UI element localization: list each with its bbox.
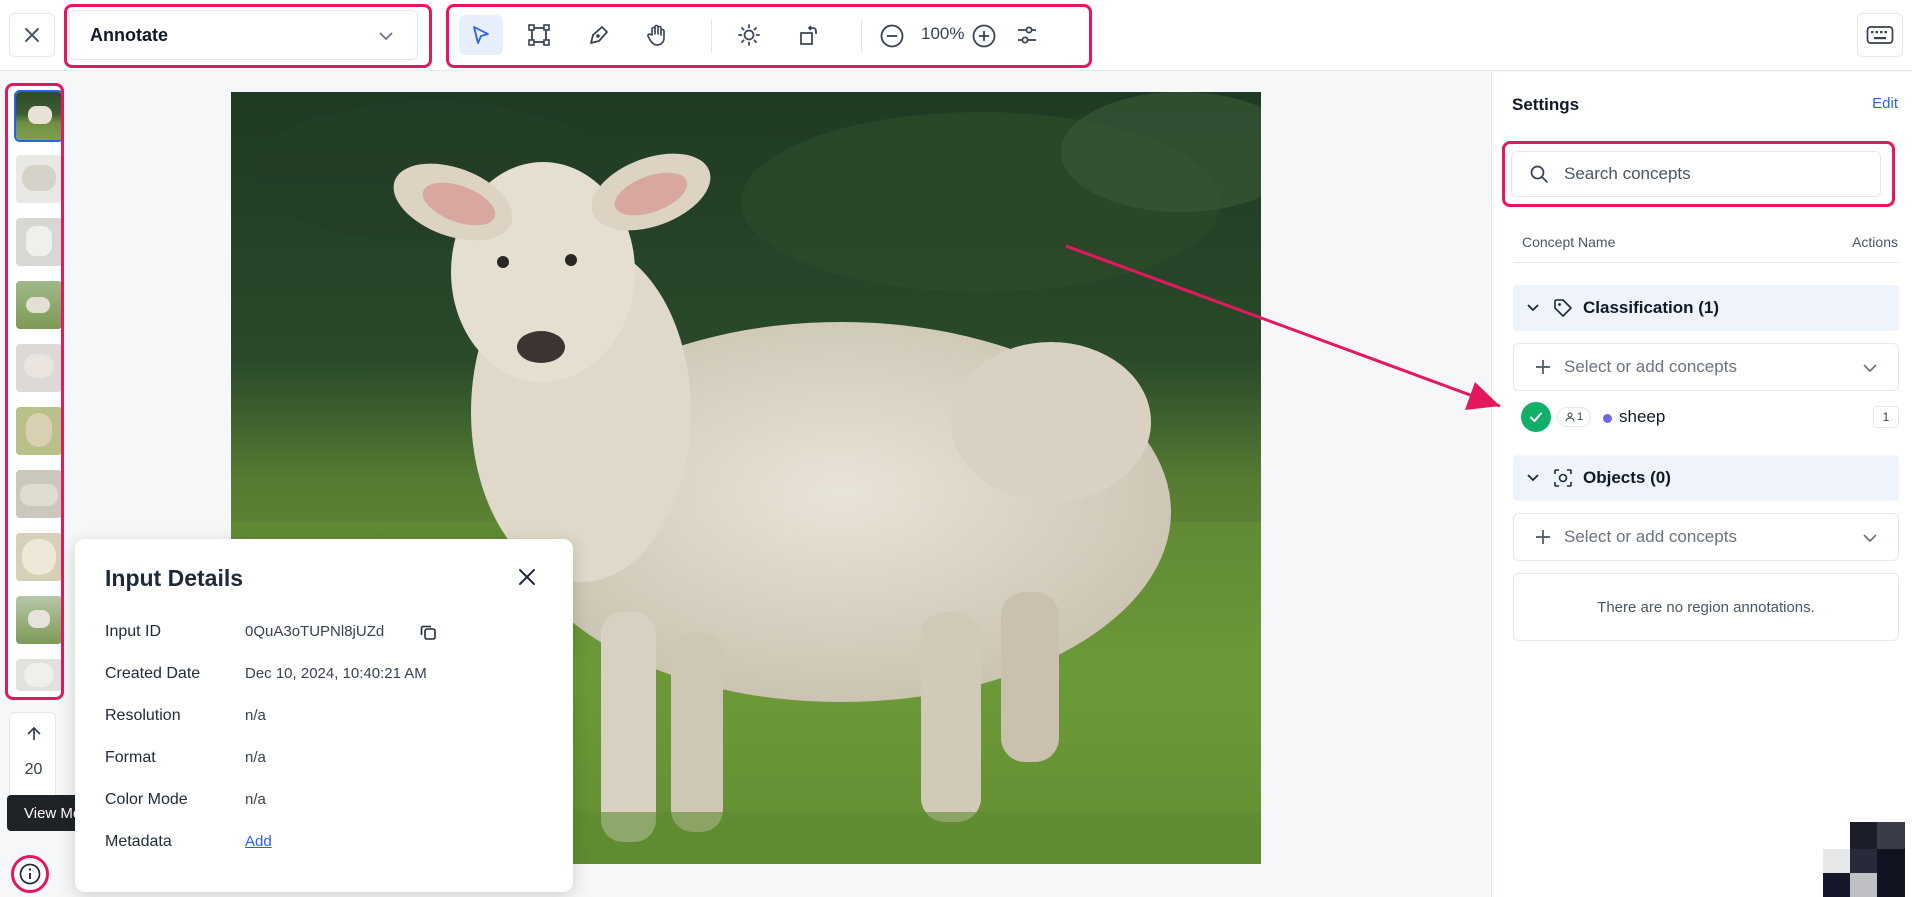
copy-icon xyxy=(420,625,436,640)
keyboard-shortcuts-button[interactable] xyxy=(1857,13,1903,57)
arrow-up-icon xyxy=(27,726,41,740)
objects-concept-select[interactable]: Select or add concepts xyxy=(1513,513,1899,561)
thumbnail-item[interactable] xyxy=(16,470,62,518)
classification-concept-select[interactable]: Select or add concepts xyxy=(1513,343,1899,391)
toolbar-divider xyxy=(861,19,862,53)
hand-icon xyxy=(647,24,665,46)
user-icon xyxy=(1565,412,1575,422)
thumbnail-item[interactable] xyxy=(16,596,62,644)
detail-label: Created Date xyxy=(105,665,201,682)
input-details-title: Input Details xyxy=(105,565,244,591)
panel-title: Settings xyxy=(1512,95,1580,114)
detail-label: Color Mode xyxy=(105,791,188,808)
corner-widget xyxy=(1823,822,1905,897)
thumbnail-item[interactable] xyxy=(16,659,62,691)
pan-tool-button[interactable] xyxy=(635,15,679,55)
scroll-up-counter[interactable]: 20 xyxy=(9,712,56,800)
resolution-value: n/a xyxy=(245,707,266,724)
image-adjust-button[interactable] xyxy=(1015,23,1041,49)
annotator-count: 1 xyxy=(1576,411,1584,423)
pen-icon xyxy=(590,26,608,44)
toolbar-divider xyxy=(711,19,712,53)
color-mode-value: n/a xyxy=(245,791,266,808)
input-id-value: 0QuA3oTUPNl8jUZd xyxy=(245,623,385,640)
settings-panel: Settings Edit Search concepts Concept Na… xyxy=(1491,72,1912,897)
bounding-box-tool-button[interactable] xyxy=(517,15,561,55)
plus-icon xyxy=(1536,530,1550,544)
approved-check-icon[interactable] xyxy=(1521,402,1551,432)
zoom-in-button[interactable] xyxy=(971,23,997,49)
format-value: n/a xyxy=(245,749,266,766)
thumbnail-item[interactable] xyxy=(14,90,64,142)
thumbnail-item[interactable] xyxy=(16,218,62,266)
copy-button[interactable] xyxy=(419,623,437,646)
detail-label: Metadata xyxy=(105,833,172,850)
concept-color-dot xyxy=(1603,414,1612,423)
column-concept-name: Concept Name xyxy=(1522,234,1616,250)
thumbnail-item[interactable] xyxy=(16,533,62,581)
annotator-count-chip: 1 xyxy=(1557,407,1591,427)
info-icon xyxy=(19,863,41,885)
edit-link[interactable]: Edit xyxy=(1872,95,1898,112)
mode-select[interactable]: Annotate xyxy=(69,10,418,60)
concept-name: sheep xyxy=(1619,407,1666,426)
top-toolbar: Annotate 100% xyxy=(0,0,1912,71)
plus-icon xyxy=(1536,360,1550,374)
detail-label: Input ID xyxy=(105,623,162,640)
thumbnail-item[interactable] xyxy=(16,155,62,203)
objects-select-placeholder: Select or add concepts xyxy=(1564,527,1737,546)
annotation-arrow xyxy=(1065,244,1501,410)
classification-section-header[interactable]: Classification (1) xyxy=(1513,285,1899,331)
rotate-button[interactable] xyxy=(787,15,831,55)
image-counter: 20 xyxy=(24,761,43,778)
thumbnail-item[interactable] xyxy=(16,407,62,455)
concept-row-sheep[interactable]: 1 sheep 1 xyxy=(1521,402,1899,432)
close-details-button[interactable] xyxy=(517,567,537,592)
search-concepts-input[interactable]: Search concepts xyxy=(1511,151,1881,197)
input-details-popup: Input Details Input ID 0QuA3oTUPNl8jUZd … xyxy=(75,539,573,892)
objects-section-header[interactable]: Objects (0) xyxy=(1513,455,1899,501)
annotation-tools: 100% xyxy=(449,7,1089,63)
sliders-icon xyxy=(1018,26,1036,44)
close-button[interactable] xyxy=(9,13,55,57)
chevron-down-icon xyxy=(1527,474,1539,482)
add-metadata-link[interactable]: Add xyxy=(245,833,272,850)
tag-icon xyxy=(1554,299,1572,317)
close-icon xyxy=(25,28,39,42)
created-date-value: Dec 10, 2024, 10:40:21 AM xyxy=(245,665,427,682)
keyboard-icon xyxy=(1866,26,1894,44)
thumbnail-item[interactable] xyxy=(16,344,62,392)
classification-title: Classification (1) xyxy=(1583,298,1720,317)
detail-label: Resolution xyxy=(105,707,181,724)
thumbnail-list xyxy=(7,85,64,698)
column-actions: Actions xyxy=(1852,234,1898,250)
no-region-annotations: There are no region annotations. xyxy=(1513,573,1899,641)
chevron-down-icon xyxy=(1863,364,1877,373)
minus-circle-icon xyxy=(880,24,904,48)
chevron-down-icon xyxy=(1863,534,1877,543)
pointer-icon xyxy=(473,26,489,44)
objects-title: Objects (0) xyxy=(1583,468,1671,487)
bounding-box-icon xyxy=(528,24,550,46)
search-icon xyxy=(1530,165,1548,183)
pen-tool-button[interactable] xyxy=(577,15,621,55)
object-focus-icon xyxy=(1554,469,1572,487)
mode-select-value: Annotate xyxy=(90,24,168,45)
view-metadata-button[interactable] xyxy=(11,855,49,893)
concept-count-badge: 1 xyxy=(1873,406,1899,428)
divider xyxy=(1514,262,1899,263)
plus-circle-icon xyxy=(972,24,996,48)
brightness-button[interactable] xyxy=(727,15,771,55)
thumbnail-item[interactable] xyxy=(16,281,62,329)
select-tool-button[interactable] xyxy=(459,15,503,55)
chevron-down-icon xyxy=(1527,304,1539,312)
detail-label: Format xyxy=(105,749,156,766)
close-icon xyxy=(519,569,535,585)
classification-select-placeholder: Select or add concepts xyxy=(1564,357,1737,376)
sun-icon xyxy=(738,24,760,46)
zoom-level: 100% xyxy=(921,24,965,43)
rotate-icon xyxy=(800,25,817,45)
chevron-down-icon xyxy=(379,32,393,41)
zoom-out-button[interactable] xyxy=(879,23,905,49)
